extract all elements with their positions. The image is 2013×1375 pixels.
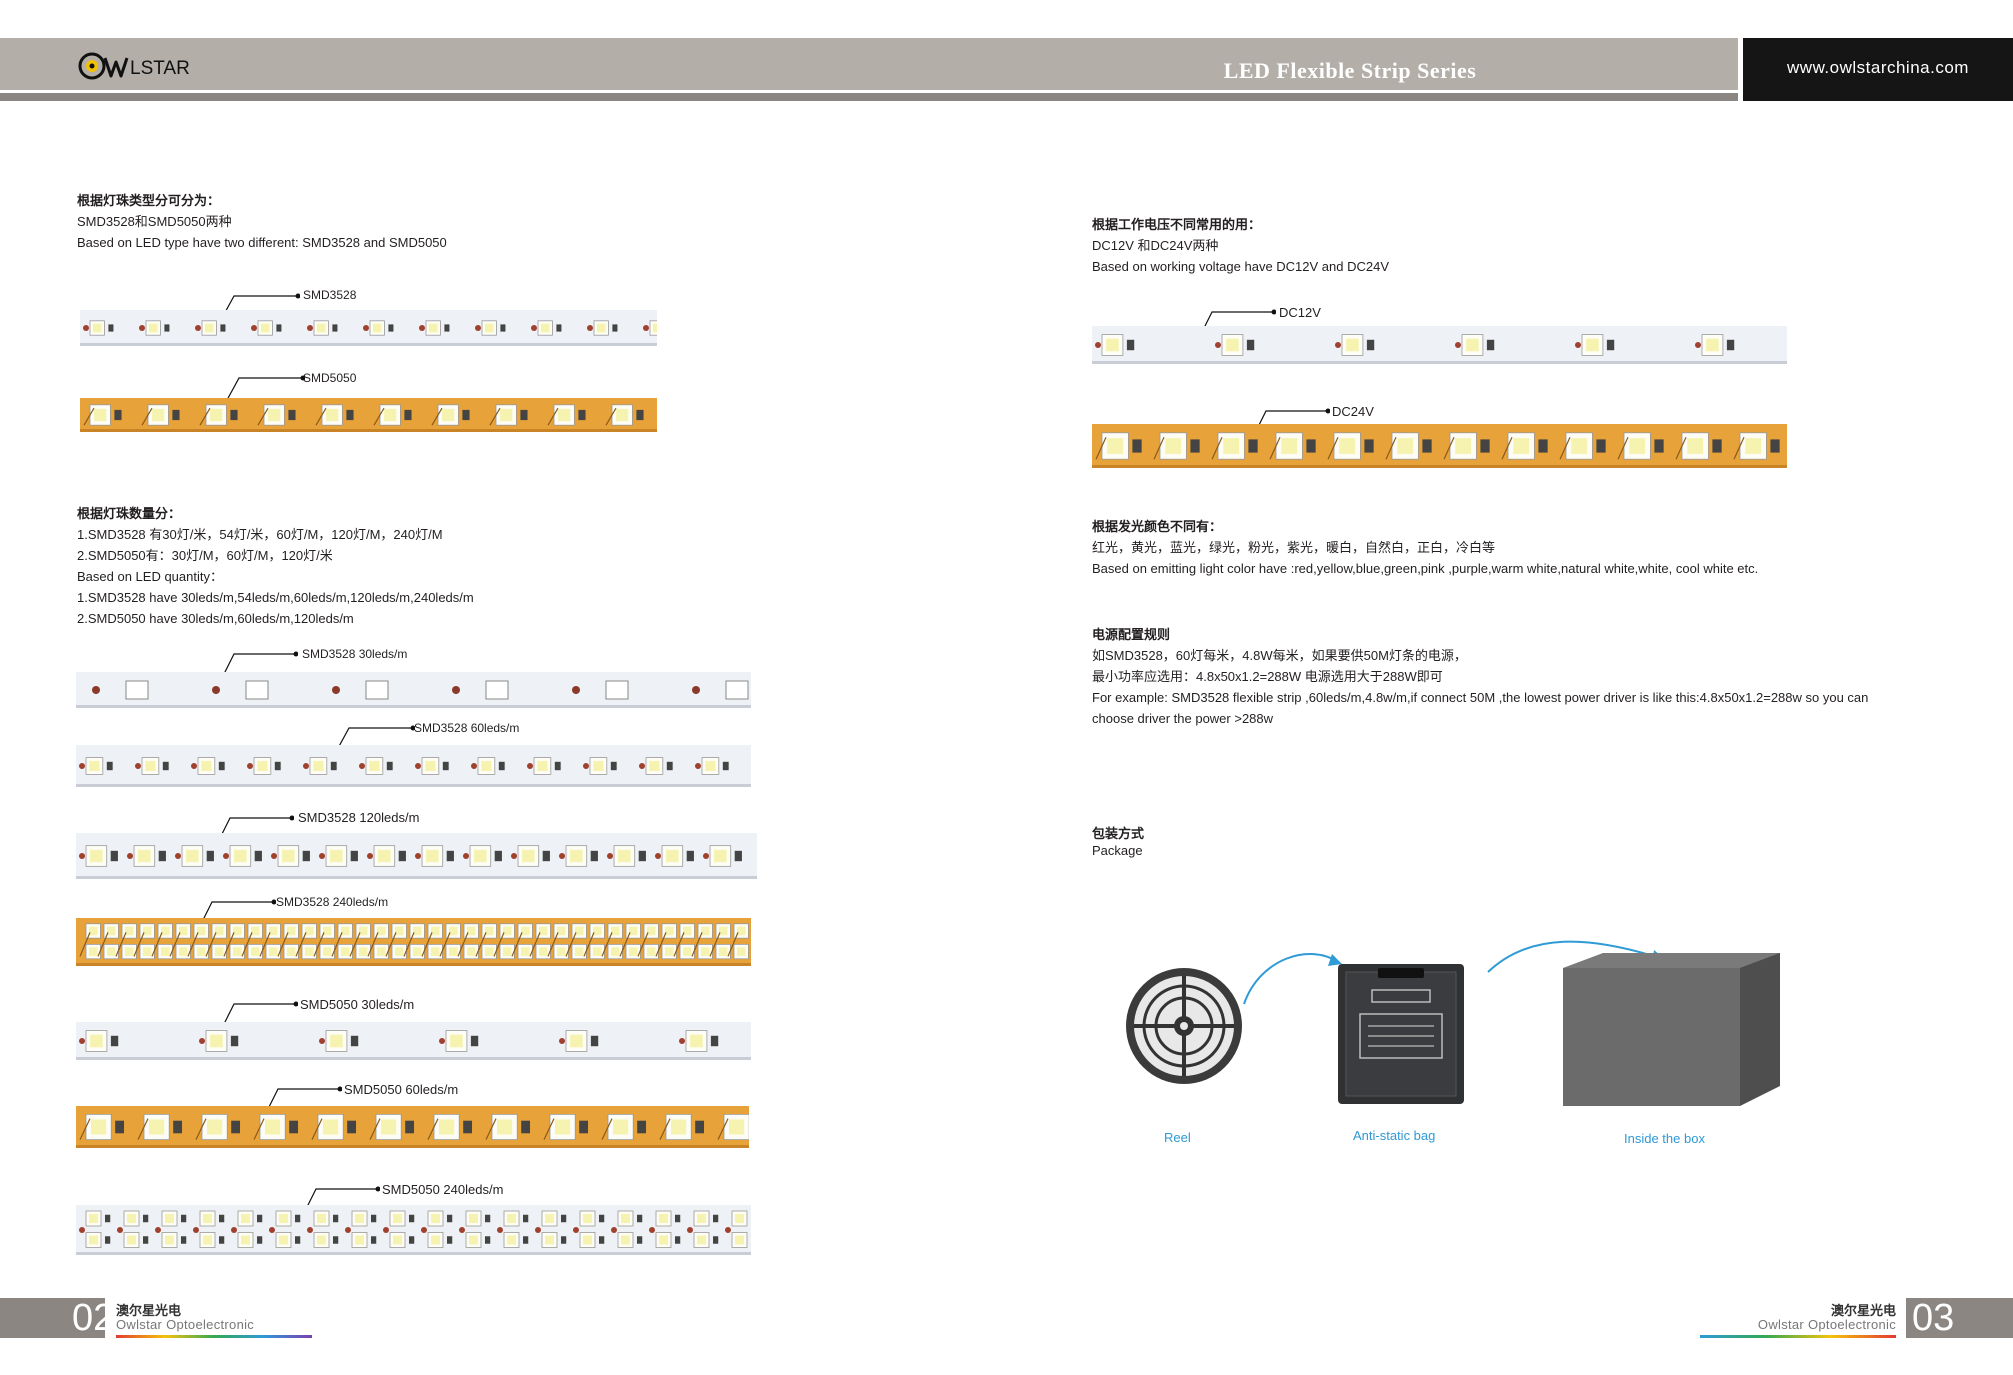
reel-icon — [1126, 968, 1242, 1084]
label-smd3528-30: SMD3528 30leds/m — [302, 647, 408, 661]
led-type-line-cn: SMD3528和SMD5050两种 — [77, 214, 232, 229]
power-heading: 电源配置规则 — [1092, 627, 1171, 642]
strip-smd5050-30 — [76, 1022, 751, 1060]
strip-smd5050-240 — [76, 1205, 751, 1255]
strip-smd3528-30 — [76, 672, 751, 708]
strip-smd5050 — [80, 398, 657, 432]
label-smd5050-240: SMD5050 240leds/m — [382, 1182, 504, 1197]
rainbow-bar — [116, 1335, 312, 1338]
voltage-line-en: Based on working voltage have DC12V and … — [1092, 259, 1390, 274]
led-type-line-en: Based on LED type have two different: SM… — [77, 235, 447, 250]
voltage-heading: 根据工作电压不同常用的用： — [1092, 217, 1262, 232]
package-heading-en: Package — [1092, 843, 1143, 858]
series-title: LED Flexible Strip Series — [1223, 58, 1477, 83]
label-reel: Reel — [1164, 1130, 1191, 1145]
strip-dc12v — [1092, 326, 1787, 364]
power-line-1: 如SMD3528，60灯每米，4.8W每米，如果要供50M灯条的电源， — [1092, 648, 1467, 663]
package-illustration — [1126, 940, 1780, 1106]
package-heading-cn: 包装方式 — [1092, 826, 1145, 841]
company-name-en: Owlstar Optoelectronic — [1757, 1317, 1896, 1332]
anti-static-bag-icon — [1338, 964, 1464, 1104]
page-number-left: 02 — [72, 1297, 115, 1339]
owlstar-logo: LSTAR — [78, 46, 208, 86]
label-smd3528-240: SMD3528 240leds/m — [276, 895, 389, 909]
label-smd3528-120: SMD3528 120leds/m — [298, 810, 420, 825]
rainbow-bar — [1700, 1335, 1896, 1338]
quantity-line-4: 1.SMD3528 have 30leds/m,54leds/m,60leds/… — [77, 590, 474, 605]
voltage-line-cn: DC12V 和DC24V两种 — [1092, 238, 1219, 253]
power-line-2: 最小功率应选用：4.8x50x1.2=288W 电源选用大于288W即可 — [1092, 669, 1443, 684]
label-smd5050: SMD5050 — [303, 371, 357, 385]
color-heading: 根据发光颜色不同有： — [1092, 519, 1223, 534]
header-divider — [0, 93, 1738, 101]
power-line-4: choose driver the power >288w — [1092, 711, 1274, 726]
power-line-3: For example: SMD3528 flexible strip ,60l… — [1092, 690, 1869, 705]
company-name-en: Owlstar Optoelectronic — [116, 1317, 255, 1332]
strip-smd3528-120 — [76, 833, 757, 879]
quantity-heading: 根据灯珠数量分： — [77, 506, 182, 521]
strip-smd5050-60 — [76, 1106, 749, 1148]
strip-smd3528-240 — [76, 918, 751, 966]
quantity-line-2: 2.SMD5050有：30灯/M，60灯/M，120灯/米 — [77, 548, 333, 563]
strip-smd3528-60 — [76, 745, 751, 787]
label-anti-static-bag: Anti-static bag — [1353, 1128, 1436, 1143]
strip-dc24v — [1092, 424, 1787, 468]
label-dc12v: DC12V — [1279, 305, 1321, 320]
strip-smd3528 — [80, 310, 657, 346]
led-type-heading: 根据灯珠类型分可分为： — [77, 193, 221, 208]
quantity-line-3: Based on LED quantity： — [77, 569, 223, 584]
label-smd5050-30: SMD5050 30leds/m — [300, 997, 415, 1012]
color-line-en: Based on emitting light color have :red,… — [1092, 561, 1759, 576]
svg-text:LSTAR: LSTAR — [130, 58, 190, 79]
label-smd3528: SMD3528 — [303, 288, 357, 302]
quantity-line-1: 1.SMD3528 有30灯/米，54灯/米，60灯/M，120灯/M，240灯… — [77, 527, 443, 542]
website-link[interactable]: www.owlstarchina.com — [1743, 58, 2013, 78]
label-smd5050-60: SMD5050 60leds/m — [344, 1082, 459, 1097]
arrow-icon — [1328, 954, 1342, 966]
box-icon — [1563, 953, 1780, 1106]
color-line-cn: 红光，黄光，蓝光，绿光，粉光，紫光，暖白，自然白，正白，冷白等 — [1092, 540, 1496, 555]
quantity-line-5: 2.SMD5050 have 30leds/m,60leds/m,120leds… — [77, 611, 354, 626]
label-smd3528-60: SMD3528 60leds/m — [414, 721, 520, 735]
label-dc24v: DC24V — [1332, 404, 1374, 419]
label-inside-box: Inside the box — [1624, 1131, 1705, 1146]
page-number-right: 03 — [1912, 1297, 1955, 1339]
